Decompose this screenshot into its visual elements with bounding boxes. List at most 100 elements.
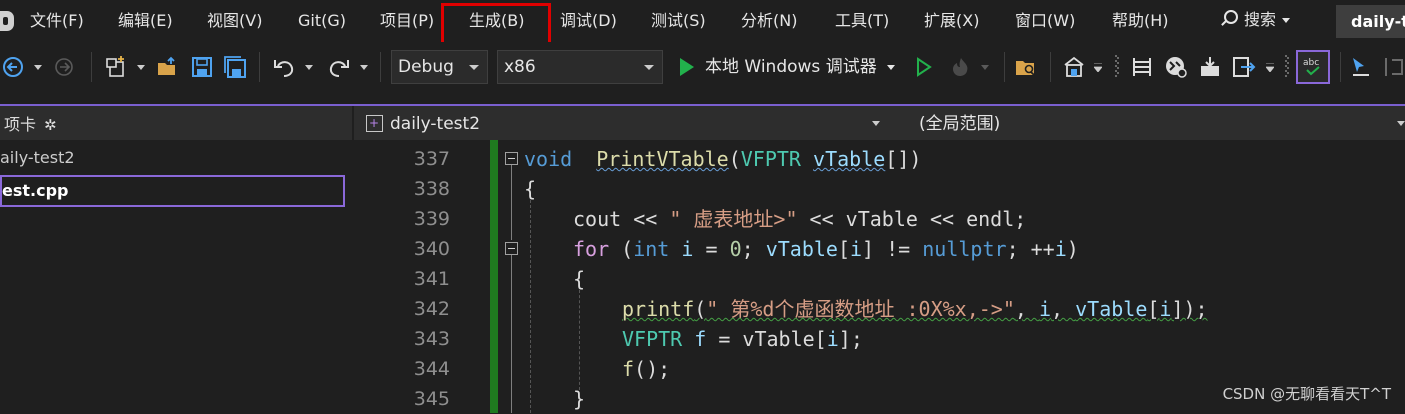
solution-configuration-select[interactable]: Debug [391,50,488,84]
toolbar-grip[interactable] [1112,54,1122,80]
toolbar-icon-d[interactable] [1196,54,1224,80]
code-text: printf(" 第%d个虚函数地址 :0X%x,->", i, vTable[… [622,294,1208,324]
chevron-down-icon[interactable] [1264,54,1276,80]
toolbar-icon-c[interactable] [1162,54,1190,80]
code-token: cout << [573,207,670,231]
spell-check-icon[interactable]: abc [1296,50,1330,84]
menu-window[interactable]: 窗口(W) [1015,0,1075,42]
code-token: { [573,267,586,291]
gear-icon[interactable]: ✲ [44,106,57,144]
toolbar-grip[interactable] [1282,54,1292,80]
chevron-down-icon[interactable] [357,54,371,80]
code-line[interactable]: 342 printf(" 第%d个虚函数地址 :0X%x,->", i, vTab… [354,294,1405,324]
chevron-down-icon[interactable] [1397,121,1405,126]
standard-toolbar: Debug x86 本地 Windows 调试器 abc [0,42,1405,104]
scope-select-value: (全局范围) [919,114,1001,134]
forward-icon[interactable] [52,54,76,80]
code-token: } [573,387,586,411]
code-text: VFPTR f = vTable[i]; [622,324,863,354]
toolbar-icon-b[interactable] [1128,54,1156,80]
code-token: ( [609,237,634,261]
chevron-down-icon[interactable] [30,54,46,80]
line-number: 343 [413,328,450,350]
line-number: 340 [413,238,450,260]
code-line[interactable]: 337 void PrintVTable(VFPTR vTable[]) [354,144,1405,174]
find-in-files-icon[interactable] [1012,54,1040,80]
hot-reload-icon[interactable] [948,54,974,80]
watermark: CSDN @无聊看看天T^T [1222,385,1391,403]
code-editor[interactable]: 337 void PrintVTable(VFPTR vTable[]) 338 {3… [354,140,1405,413]
code-token: []) [885,147,922,171]
code-token: ; [741,237,766,261]
chevron-down-icon[interactable] [1092,54,1104,80]
save-icon[interactable] [188,54,216,80]
code-token: f [622,357,635,381]
code-token: = vTable[ [706,327,827,351]
line-number: 337 [413,148,450,170]
code-token: i [826,327,839,351]
menu-edit[interactable]: 编辑(E) [118,0,173,42]
undo-icon[interactable] [270,54,298,80]
code-line[interactable]: 338 { [354,174,1405,204]
list-item-selected[interactable]: est.cpp [0,175,345,207]
code-token: << vTable << endl; [797,207,1027,231]
menu-analyze[interactable]: 分析(N) [741,0,797,42]
menu-project[interactable]: 项目(P) [380,0,434,42]
code-token: PrintVTable [596,147,729,171]
line-number: 342 [413,298,450,320]
platform-value: x86 [504,57,536,77]
redo-icon[interactable] [325,54,353,80]
back-icon[interactable] [1,54,25,80]
visual-studio-logo-icon[interactable] [0,11,14,31]
code-text: { [524,174,536,204]
code-line[interactable]: 344 f(); [354,354,1405,384]
project-select[interactable]: daily-test2 [360,110,886,137]
list-item[interactable]: aily-test2 [0,148,75,167]
code-line[interactable]: 339 cout << " 虚表地址>" << vTable << endl; [354,204,1405,234]
svg-text:abc: abc [1303,58,1319,68]
chevron-down-icon[interactable] [134,54,148,80]
code-text: f(); [622,354,670,384]
toolbar-separator [380,52,381,82]
menu-tools[interactable]: 工具(T) [835,0,889,42]
start-without-debug-icon[interactable] [912,54,936,80]
toolbar-icon-f[interactable] [1380,54,1405,80]
line-number: 338 [413,178,450,200]
chevron-down-icon[interactable] [872,121,880,126]
save-all-icon[interactable] [221,54,249,80]
toolbar-separator [259,52,260,82]
open-file-icon[interactable] [154,54,182,80]
line-number: 341 [413,268,450,290]
code-token: vTable [765,237,838,261]
toolbar-icon-a[interactable] [1060,54,1088,80]
code-line[interactable]: 341 { [354,264,1405,294]
menu-view[interactable]: 视图(V) [207,0,262,42]
code-line[interactable]: 340 for (int i = 0; vTable[i] != nullptr;… [354,234,1405,264]
toolbar-separator [1050,52,1051,82]
menu-help[interactable]: 帮助(H) [1112,0,1169,42]
solution-platform-select[interactable]: x86 [497,50,663,84]
line-number: 344 [413,358,450,380]
menu-debug[interactable]: 调试(D) [560,0,617,42]
new-project-icon[interactable] [102,54,130,80]
menu-extensions[interactable]: 扩展(X) [924,0,979,42]
code-token: 0 [729,237,742,261]
chevron-down-icon[interactable] [302,54,316,80]
code-token: i [1159,297,1172,321]
search-label: 搜索 [1244,10,1277,29]
code-token: ]); [1171,297,1208,321]
menu-git[interactable]: Git(G) [298,0,346,42]
pointer-icon[interactable] [1348,54,1374,80]
code-token: ( [728,147,741,171]
start-debug-icon[interactable] [676,54,698,80]
chevron-down-icon[interactable] [978,54,992,80]
toolbar-icon-e[interactable] [1230,54,1258,80]
code-line[interactable]: 343 VFPTR f = vTable[i]; [354,324,1405,354]
start-debugger-button[interactable]: 本地 Windows 调试器 [705,50,895,84]
scope-select[interactable]: (全局范围) [919,111,1000,137]
line-number: 339 [413,208,450,230]
menu-test[interactable]: 测试(S) [651,0,706,42]
menu-file[interactable]: 文件(F) [30,0,84,42]
search-button[interactable]: 搜索 [1224,0,1291,42]
